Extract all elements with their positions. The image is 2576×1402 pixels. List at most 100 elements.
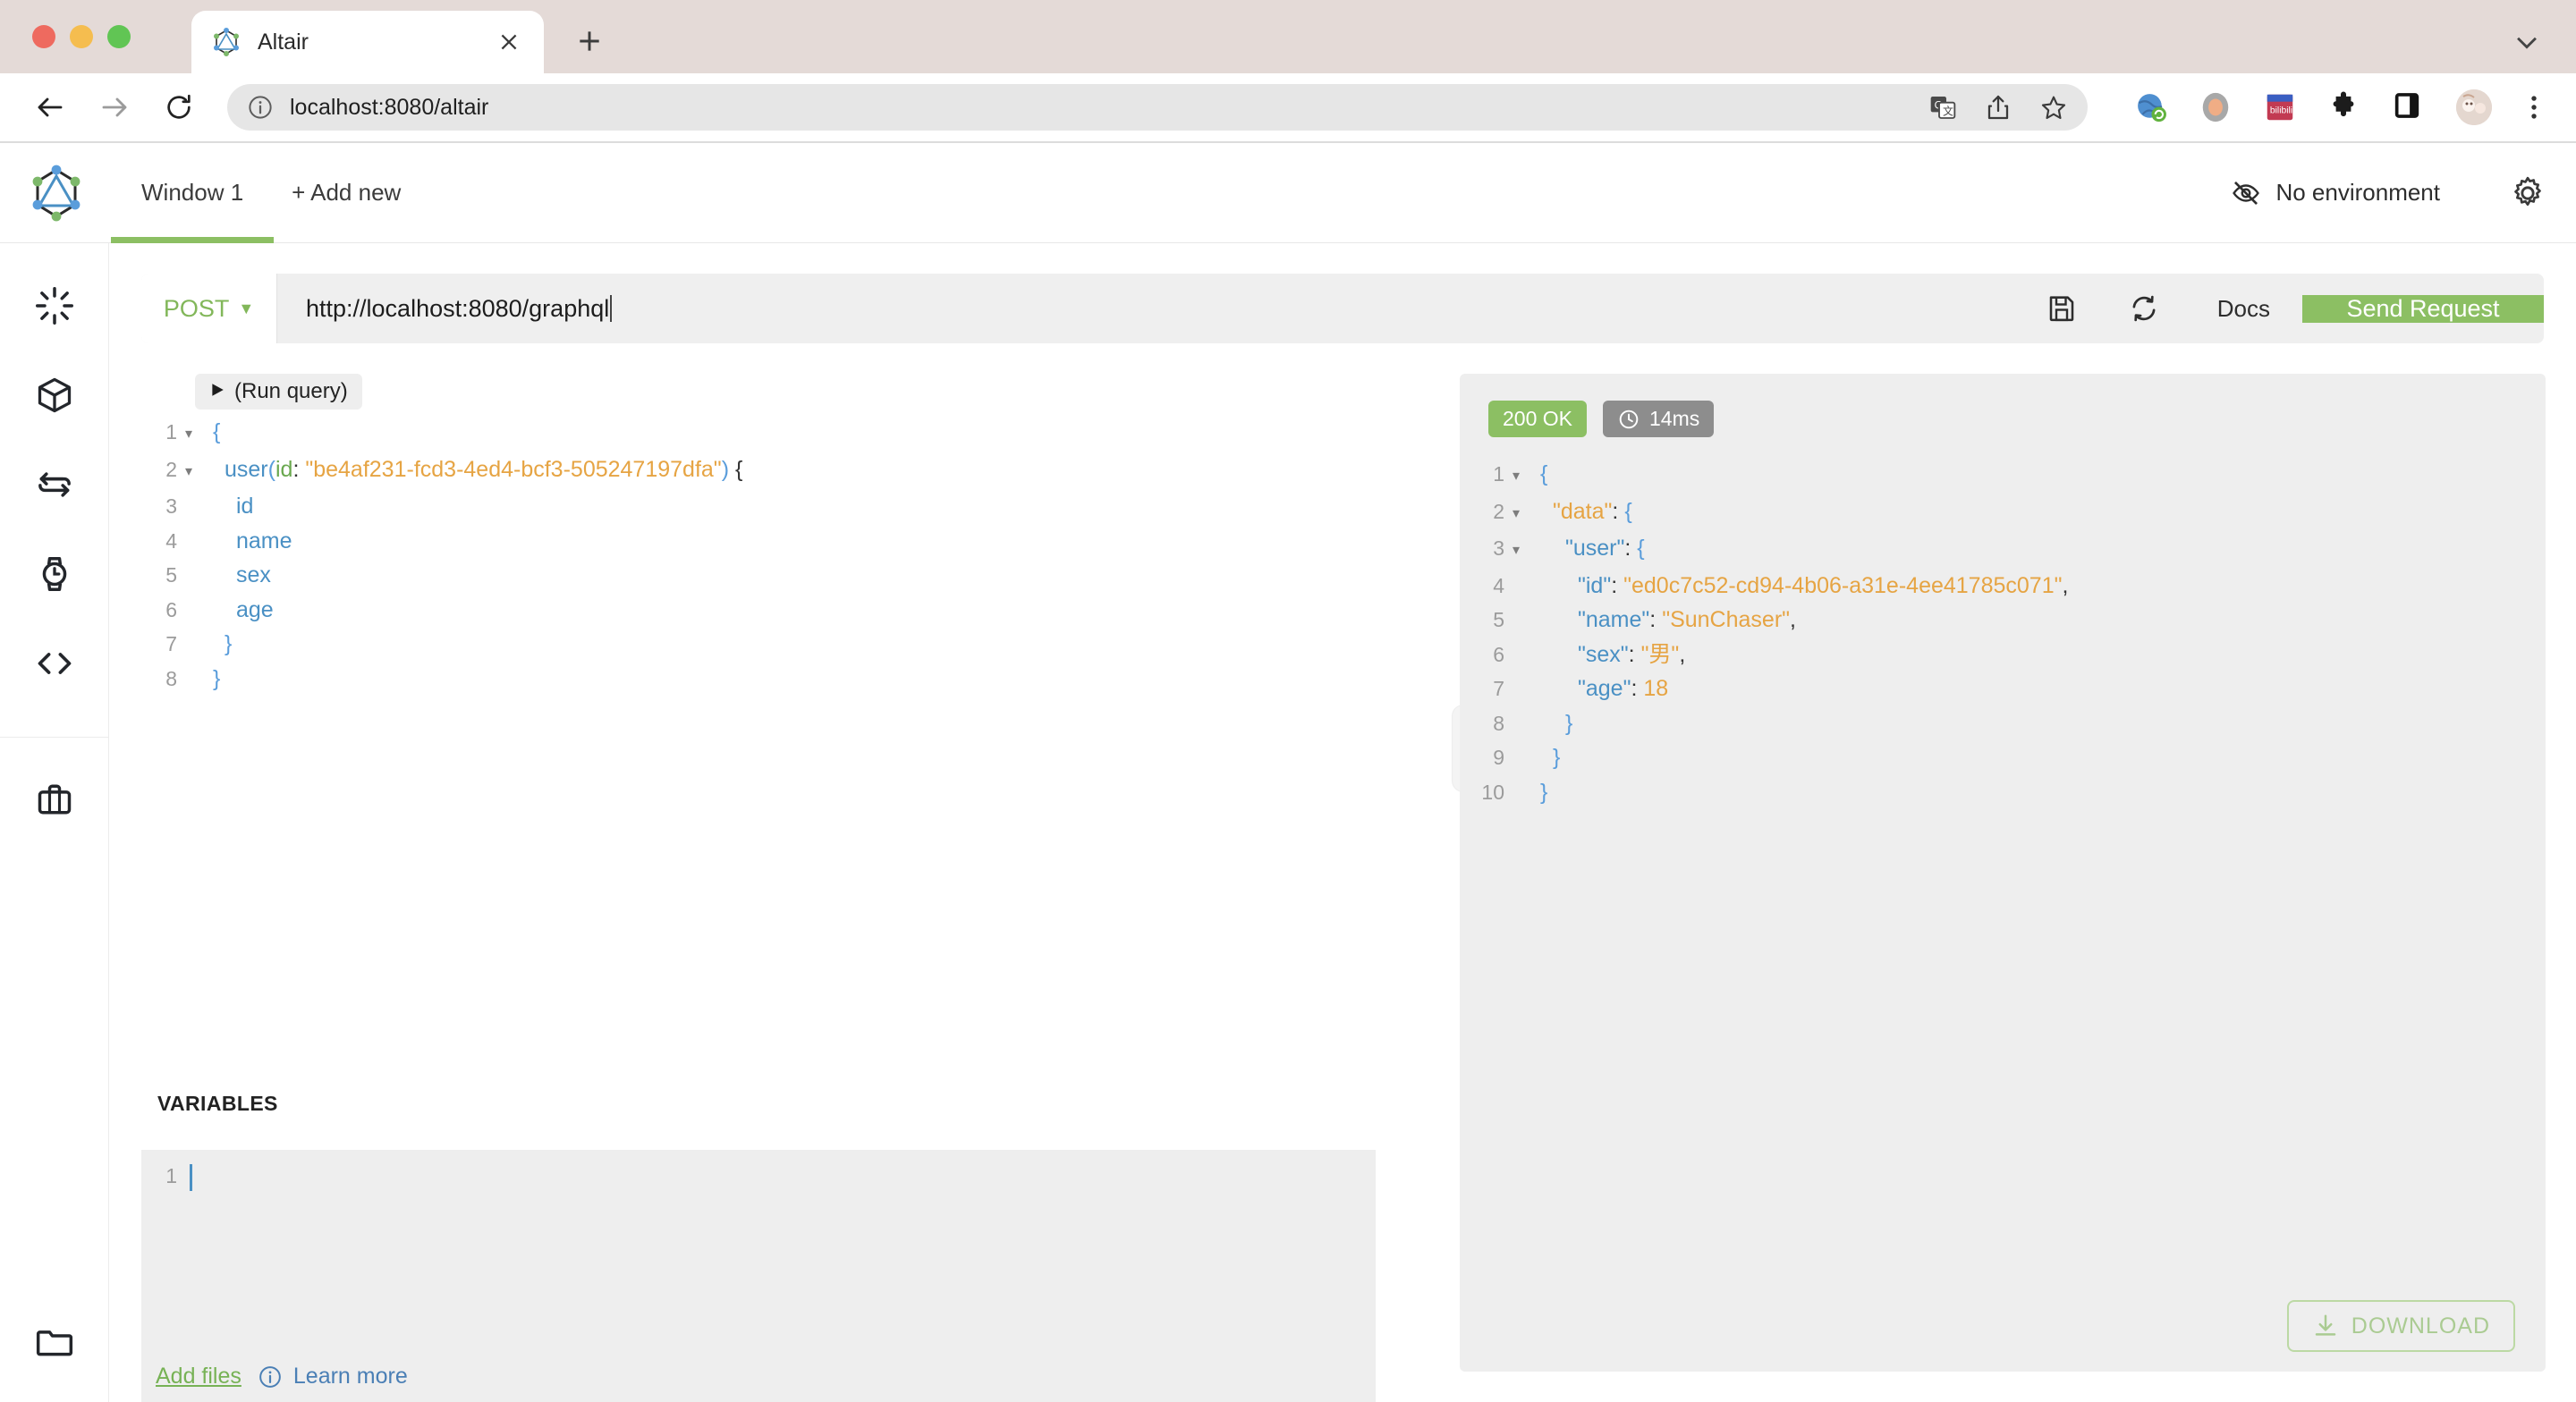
code-token: : xyxy=(1611,572,1624,598)
extension-icons: bilibili xyxy=(2134,89,2492,125)
fold-toggle-icon[interactable]: ▾ xyxy=(1504,457,1528,494)
arrow-left-icon[interactable] xyxy=(25,82,75,132)
learn-more-label: Learn more xyxy=(292,1364,408,1389)
line-number: 1 xyxy=(165,420,177,443)
code-line: 3 id xyxy=(141,489,1376,524)
fold-toggle-icon[interactable]: ▾ xyxy=(1504,494,1528,532)
http-method-selector[interactable]: POST ▼ xyxy=(141,274,277,343)
line-number: 4 xyxy=(165,528,177,553)
response-viewer[interactable]: 1 ▾{2 ▾ "data": {3 ▾ "user": {4 "id": "ed0c7c5… xyxy=(1460,457,2546,809)
code-token: "be4af231-fcd3-4ed4-bcf3-505247197dfa" xyxy=(305,456,722,482)
variables-line-number: 1 xyxy=(165,1164,177,1187)
line-number: 10 xyxy=(1481,780,1504,804)
translate-icon[interactable]: G 文 xyxy=(1928,93,1957,122)
info-circle-icon xyxy=(258,1364,283,1389)
code-text: "data": { xyxy=(1528,494,1632,529)
add-new-window-button[interactable]: + Add new xyxy=(274,143,419,243)
briefcase-icon[interactable] xyxy=(35,781,74,820)
code-text: { xyxy=(200,415,220,450)
close-icon[interactable] xyxy=(494,27,524,57)
info-circle-icon[interactable] xyxy=(247,94,274,121)
fold-toggle-icon[interactable]: ▾ xyxy=(1504,531,1528,569)
avatar-extension-icon[interactable] xyxy=(2199,90,2233,124)
learn-more-link[interactable]: Learn more xyxy=(258,1364,408,1389)
watch-icon[interactable] xyxy=(35,554,74,594)
chevron-down-icon[interactable] xyxy=(2512,27,2542,57)
graphql-icon xyxy=(211,27,242,57)
response-badges: 200 OK 14ms xyxy=(1460,401,2546,437)
docs-button[interactable]: Docs xyxy=(2185,295,2302,323)
graphql-query-editor[interactable]: 1 ▾{2 ▾ user(id: "be4af231-fcd3-4ed4-bcf3-5… xyxy=(141,415,1376,696)
environment-selector[interactable]: No environment xyxy=(2215,169,2456,217)
window-controls xyxy=(32,25,131,48)
code-line: 4 name xyxy=(141,524,1376,559)
code-token: } xyxy=(1565,710,1573,736)
window-tab-1[interactable]: Window 1 xyxy=(111,143,275,243)
folder-icon[interactable] xyxy=(35,1322,74,1361)
reload-icon[interactable] xyxy=(154,82,204,132)
fold-toggle-icon[interactable]: ▾ xyxy=(177,415,200,452)
code-token: "user" xyxy=(1565,536,1625,561)
variables-title: VARIABLES xyxy=(157,1092,278,1115)
graphql-url-input[interactable]: http://localhost:8080/graphql xyxy=(277,274,2021,343)
request-toolbar: POST ▼ http://localhost:8080/graphql Doc… xyxy=(141,274,2544,343)
sync-icon[interactable] xyxy=(35,465,74,504)
code-text: "age": 18 xyxy=(1528,671,1668,706)
fold-toggle-icon[interactable]: ▾ xyxy=(177,452,200,490)
bookmark-star-icon[interactable] xyxy=(2039,93,2068,122)
response-time-label: 14ms xyxy=(1649,407,1700,430)
code-text: } xyxy=(200,662,220,697)
code-token: ) xyxy=(721,456,730,482)
browser-tabstrip: Altair xyxy=(0,0,2576,73)
arrow-right-icon[interactable] xyxy=(89,82,140,132)
address-bar[interactable]: localhost:8080/altair G 文 xyxy=(227,84,2088,131)
code-text: user(id: "be4af231-fcd3-4ed4-bcf3-505247… xyxy=(200,452,742,487)
kebab-menu-icon[interactable] xyxy=(2519,92,2549,122)
run-query-button[interactable]: (Run query) xyxy=(195,374,362,410)
add-files-link[interactable]: Add files xyxy=(156,1364,242,1389)
docs-icon[interactable] xyxy=(35,286,74,325)
code-token: , xyxy=(1790,607,1796,632)
minimize-window-button[interactable] xyxy=(70,25,93,48)
graphql-logo xyxy=(27,164,86,223)
code-line: 10} xyxy=(1469,775,2546,810)
query-pane-footer: Add files Learn more xyxy=(156,1364,408,1389)
code-line: 2 ▾ user(id: "be4af231-fcd3-4ed4-bcf3-5052… xyxy=(141,452,1376,490)
code-token: { xyxy=(729,456,743,482)
altair-app: Window 1 + Add new No environment POST ▼… xyxy=(0,143,2576,1402)
add-new-label: + Add new xyxy=(292,179,402,206)
puzzle-extension-icon[interactable] xyxy=(2327,90,2361,124)
cube-icon[interactable] xyxy=(35,376,74,415)
line-number: 6 xyxy=(165,597,177,621)
share-icon[interactable] xyxy=(1984,93,2012,122)
plus-icon[interactable] xyxy=(564,15,615,67)
close-window-button[interactable] xyxy=(32,25,55,48)
save-icon[interactable] xyxy=(2046,292,2078,325)
code-token: user xyxy=(225,456,268,482)
code-text: name xyxy=(200,524,292,559)
profile-avatar[interactable] xyxy=(2456,89,2492,125)
globe-extension-icon[interactable] xyxy=(2134,90,2168,124)
editor-panes: (Run query) 1 ▾{2 ▾ user(id: "be4af231-fcd3… xyxy=(109,374,2576,1402)
download-button[interactable]: DOWNLOAD xyxy=(2286,1300,2515,1352)
code-token: sex xyxy=(236,562,271,587)
code-text: age xyxy=(200,593,274,628)
browser-tab-altair[interactable]: Altair xyxy=(191,11,544,73)
refresh-docs-icon[interactable] xyxy=(2128,292,2160,325)
http-method-label: POST xyxy=(163,294,230,322)
browser-tab-title: Altair xyxy=(258,29,309,55)
sidepanel-icon[interactable] xyxy=(2392,90,2426,124)
code-text: "sex": "男", xyxy=(1528,638,1685,672)
code-text: } xyxy=(1528,740,1560,775)
maximize-window-button[interactable] xyxy=(107,25,131,48)
send-request-button[interactable]: Send Request xyxy=(2302,294,2544,323)
bilibili-extension-icon[interactable]: bilibili xyxy=(2263,90,2297,124)
code-icon[interactable] xyxy=(35,644,74,683)
line-number: 6 xyxy=(1493,642,1504,666)
gear-icon[interactable] xyxy=(2510,175,2546,211)
